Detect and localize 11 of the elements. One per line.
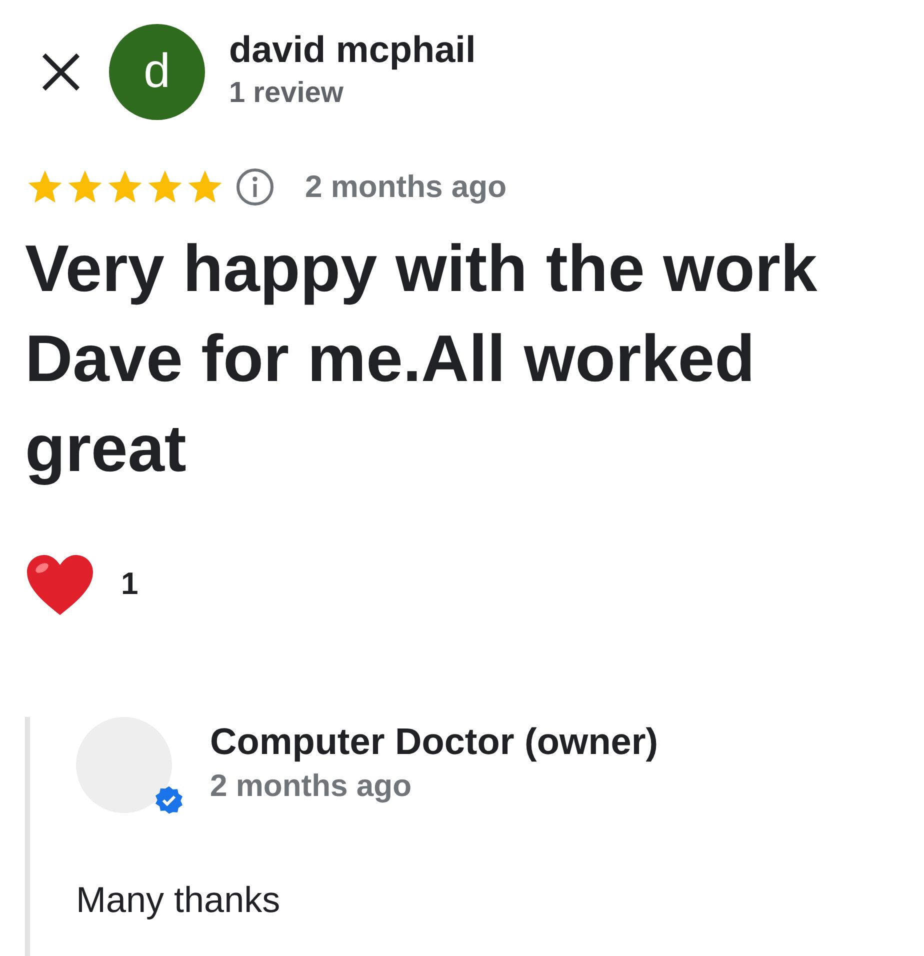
reviewer-name[interactable]: david mcphail bbox=[229, 28, 476, 72]
heart-icon[interactable] bbox=[25, 552, 95, 616]
reaction-count: 1 bbox=[121, 565, 138, 604]
review-count: 1 review bbox=[229, 76, 344, 111]
owner-name[interactable]: Computer Doctor (owner) bbox=[210, 720, 658, 764]
reply-text: Many thanks bbox=[76, 878, 282, 922]
avatar: d bbox=[109, 24, 205, 120]
review-text: Very happy with the work Dave for me.All worked great bbox=[25, 230, 818, 487]
reply-time: 2 months ago bbox=[210, 767, 413, 806]
info-icon[interactable] bbox=[235, 167, 275, 208]
review-time: 2 months ago bbox=[305, 168, 507, 206]
